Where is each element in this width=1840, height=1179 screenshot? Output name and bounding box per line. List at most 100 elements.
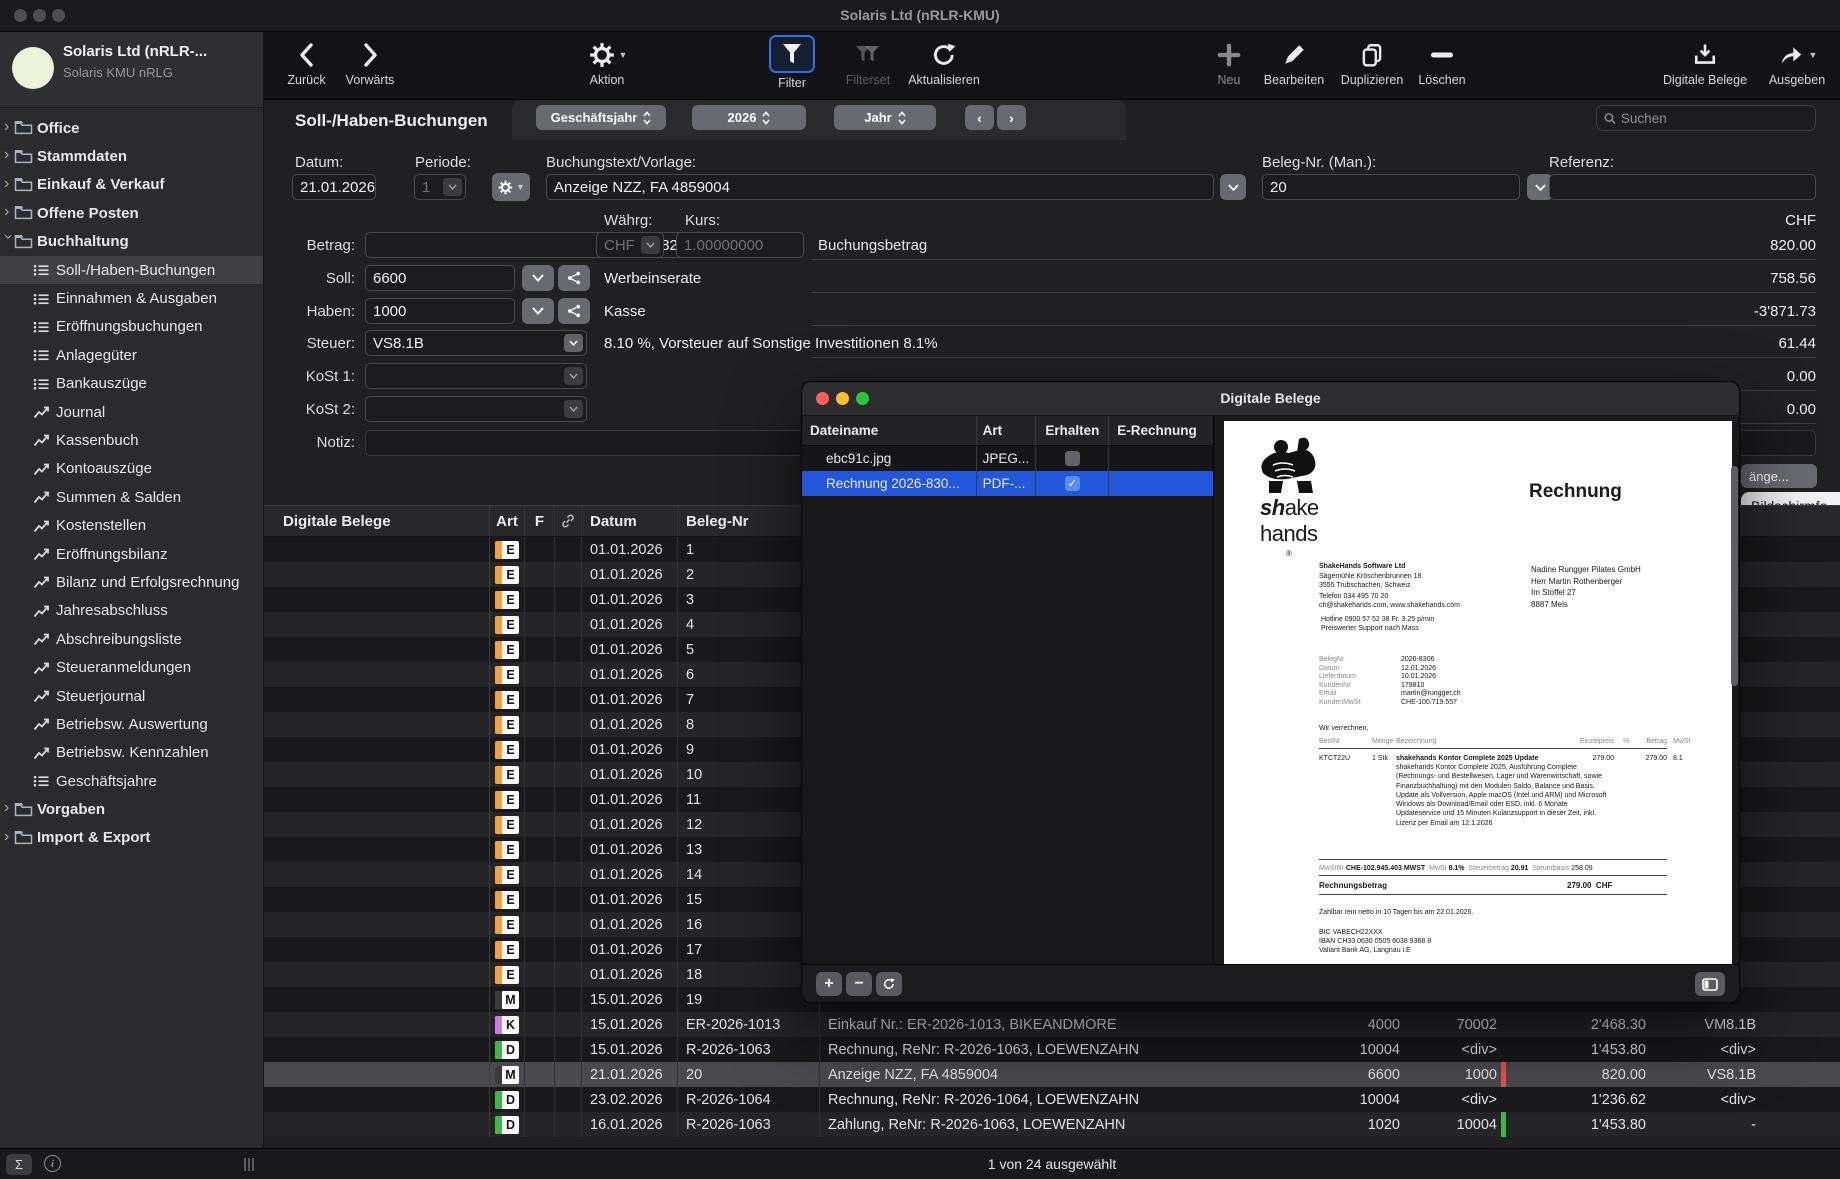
debit-split-button[interactable] (558, 265, 590, 291)
sidebar-item[interactable]: Bilanz und Erfolgsrechnung (0, 568, 263, 596)
col-erhalten[interactable]: Erhalten (1035, 416, 1108, 445)
sidebar-item[interactable]: › Stammdaten (0, 142, 263, 170)
sidebar-item[interactable]: Kostenstellen (0, 511, 263, 539)
prev-period-button[interactable]: ‹ (965, 105, 994, 130)
search-input[interactable] (1621, 111, 1808, 126)
sidebar-item[interactable]: Betriebsw. Kennzahlen (0, 739, 263, 767)
col-art[interactable]: Art (490, 506, 525, 536)
action-button[interactable]: ▼ Aktion (569, 38, 645, 87)
export-button[interactable]: ▼ Ausgeben (1758, 38, 1836, 87)
tax-field[interactable]: VS8.1B (365, 330, 587, 356)
sidebar-item[interactable]: Kontoauszüge (0, 455, 263, 483)
received-checkbox[interactable]: ✓ (1065, 476, 1080, 491)
sidebar-item[interactable]: Einnahmen & Ausgaben (0, 284, 263, 312)
sidebar-item[interactable]: › Offene Posten (0, 199, 263, 227)
digital-receipts-button[interactable]: Digitale Belege (1652, 38, 1758, 87)
filter-button[interactable]: Filter (762, 35, 822, 90)
refresh-button[interactable]: Aktualisieren (894, 38, 994, 87)
sidebar-item[interactable]: › Import & Export (0, 824, 263, 852)
company-header[interactable]: Solaris Ltd (nRLR-... Solaris KMU nRLG (0, 32, 263, 108)
sidebar-item[interactable]: Anlagegüter (0, 341, 263, 369)
credit-field[interactable]: 1000 (365, 298, 515, 324)
duplicate-button[interactable]: Duplizieren (1332, 38, 1412, 87)
booking-text-dropdown[interactable] (1220, 174, 1246, 200)
reference-field[interactable] (1549, 174, 1816, 200)
table-row[interactable]: M 21.01.2026 20 Anzeige NZZ, FA 4859004 … (264, 1062, 1840, 1087)
sidebar-item[interactable]: Betriebsw. Auswertung (0, 710, 263, 738)
delete-button[interactable]: Löschen (1410, 38, 1474, 87)
remove-file-button[interactable]: − (846, 972, 872, 996)
period-type-popup[interactable]: Geschäftsjahr (536, 105, 666, 130)
preview-scrollbar[interactable] (1731, 466, 1738, 686)
attachments-button[interactable]: änge... (1741, 464, 1817, 488)
new-button[interactable]: Neu (1202, 38, 1256, 87)
col-erechnung[interactable]: E-Rechnung (1108, 416, 1213, 445)
sidebar-item[interactable]: Abschreibungsliste (0, 625, 263, 653)
window-titlebar[interactable]: Digitale Belege (802, 382, 1739, 416)
cell-belegnr: 2 (678, 562, 820, 587)
credit-split-button[interactable] (558, 298, 590, 324)
debit-field[interactable]: 6600 (365, 265, 515, 291)
forward-button[interactable]: Vorwärts (337, 38, 403, 87)
debit-dropdown[interactable] (522, 265, 554, 291)
link-icon[interactable] (555, 506, 582, 536)
table-row[interactable]: D 23.02.2026 R-2026-1064 Rechnung, ReNr:… (264, 1087, 1840, 1112)
sidebar-item[interactable]: Summen & Salden (0, 483, 263, 511)
sidebar-item[interactable]: › Einkauf & Verkauf (0, 171, 263, 199)
sidebar-item[interactable]: Steueranmeldungen (0, 653, 263, 681)
table-row[interactable]: D 16.01.2026 R-2026-1063 Zahlung, ReNr: … (264, 1112, 1840, 1137)
col-art[interactable]: Art (976, 416, 1036, 445)
year-popup[interactable]: 2026 (692, 105, 806, 130)
add-file-button[interactable]: + (816, 972, 842, 996)
info-icon[interactable]: i (44, 1155, 61, 1172)
sidebar-item[interactable]: Journal (0, 398, 263, 426)
cell-datum: 01.01.2026 (582, 812, 678, 837)
sidebar-resize-handle[interactable] (244, 1158, 254, 1171)
credit-dropdown[interactable] (522, 298, 554, 324)
sidebar-item[interactable]: Soll-/Haben-Buchungen (0, 256, 263, 284)
table-row[interactable]: K 15.01.2026 ER-2026-1013 Einkauf Nr.: E… (264, 1012, 1840, 1037)
file-row[interactable]: ebc91c.jpg JPEG... (802, 446, 1213, 471)
search-field[interactable] (1596, 105, 1816, 131)
currency-popup[interactable]: CHF (596, 232, 664, 258)
back-button[interactable]: Zurück (279, 38, 334, 87)
receipt-no-field[interactable]: 20 (1262, 174, 1520, 200)
cost2-field[interactable] (365, 396, 587, 422)
date-field[interactable]: 21.01.2026 (292, 174, 376, 200)
period-field[interactable]: 1 (414, 174, 466, 200)
sidebar-item[interactable]: › Vorgaben (0, 795, 263, 823)
chevron-down-icon[interactable] (564, 334, 583, 352)
unit-popup[interactable]: Jahr (834, 105, 936, 130)
table-row[interactable]: D 15.01.2026 R-2026-1063 Rechnung, ReNr:… (264, 1037, 1840, 1062)
digital-receipts-window[interactable]: Digitale Belege Dateiname Art Erhalten E… (801, 381, 1740, 1003)
sum-button[interactable]: Σ (6, 1154, 32, 1175)
sidebar-item[interactable]: Bankauszüge (0, 370, 263, 398)
sidebar-item[interactable]: Geschäftsjahre (0, 767, 263, 795)
col-datum[interactable]: Datum (582, 506, 678, 536)
booking-text-field[interactable]: Anzeige NZZ, FA 4859004 (546, 174, 1214, 200)
col-dateiname[interactable]: Dateiname (802, 423, 976, 438)
col-belegnr[interactable]: Beleg-Nr (678, 506, 820, 536)
reload-file-button[interactable] (876, 972, 902, 996)
sidebar-item[interactable]: Eröffnungsbilanz (0, 540, 263, 568)
next-period-button[interactable]: › (997, 105, 1026, 130)
file-row[interactable]: Rechnung 2026-830... PDF-... ✓ (802, 471, 1213, 496)
sidebar-item[interactable]: Jahresabschluss (0, 597, 263, 625)
chevron-down-icon[interactable] (443, 178, 462, 196)
text-options-button[interactable]: ▼ (492, 173, 530, 201)
col-digital-receipts[interactable]: Digitale Belege (264, 506, 490, 536)
sidebar-item[interactable]: › Office (0, 114, 263, 142)
col-f[interactable]: F (525, 506, 555, 536)
sender-name: ShakeHands Software Ltd (1319, 562, 1405, 571)
edit-button[interactable]: Bearbeiten (1258, 38, 1330, 87)
sidebar-item[interactable]: Kassenbuch (0, 426, 263, 454)
sidebar-item[interactable]: Eröffnungsbuchungen (0, 313, 263, 341)
toggle-preview-button[interactable] (1695, 972, 1725, 996)
chevron-down-icon[interactable] (564, 367, 583, 385)
cost1-field[interactable] (365, 363, 587, 389)
sidebar-item[interactable]: Steuerjournal (0, 682, 263, 710)
received-checkbox[interactable] (1065, 451, 1080, 466)
sidebar-item[interactable]: › Buchhaltung (0, 228, 263, 256)
chevron-down-icon[interactable] (564, 400, 583, 418)
rate-field[interactable]: 1.00000000 (676, 232, 804, 258)
